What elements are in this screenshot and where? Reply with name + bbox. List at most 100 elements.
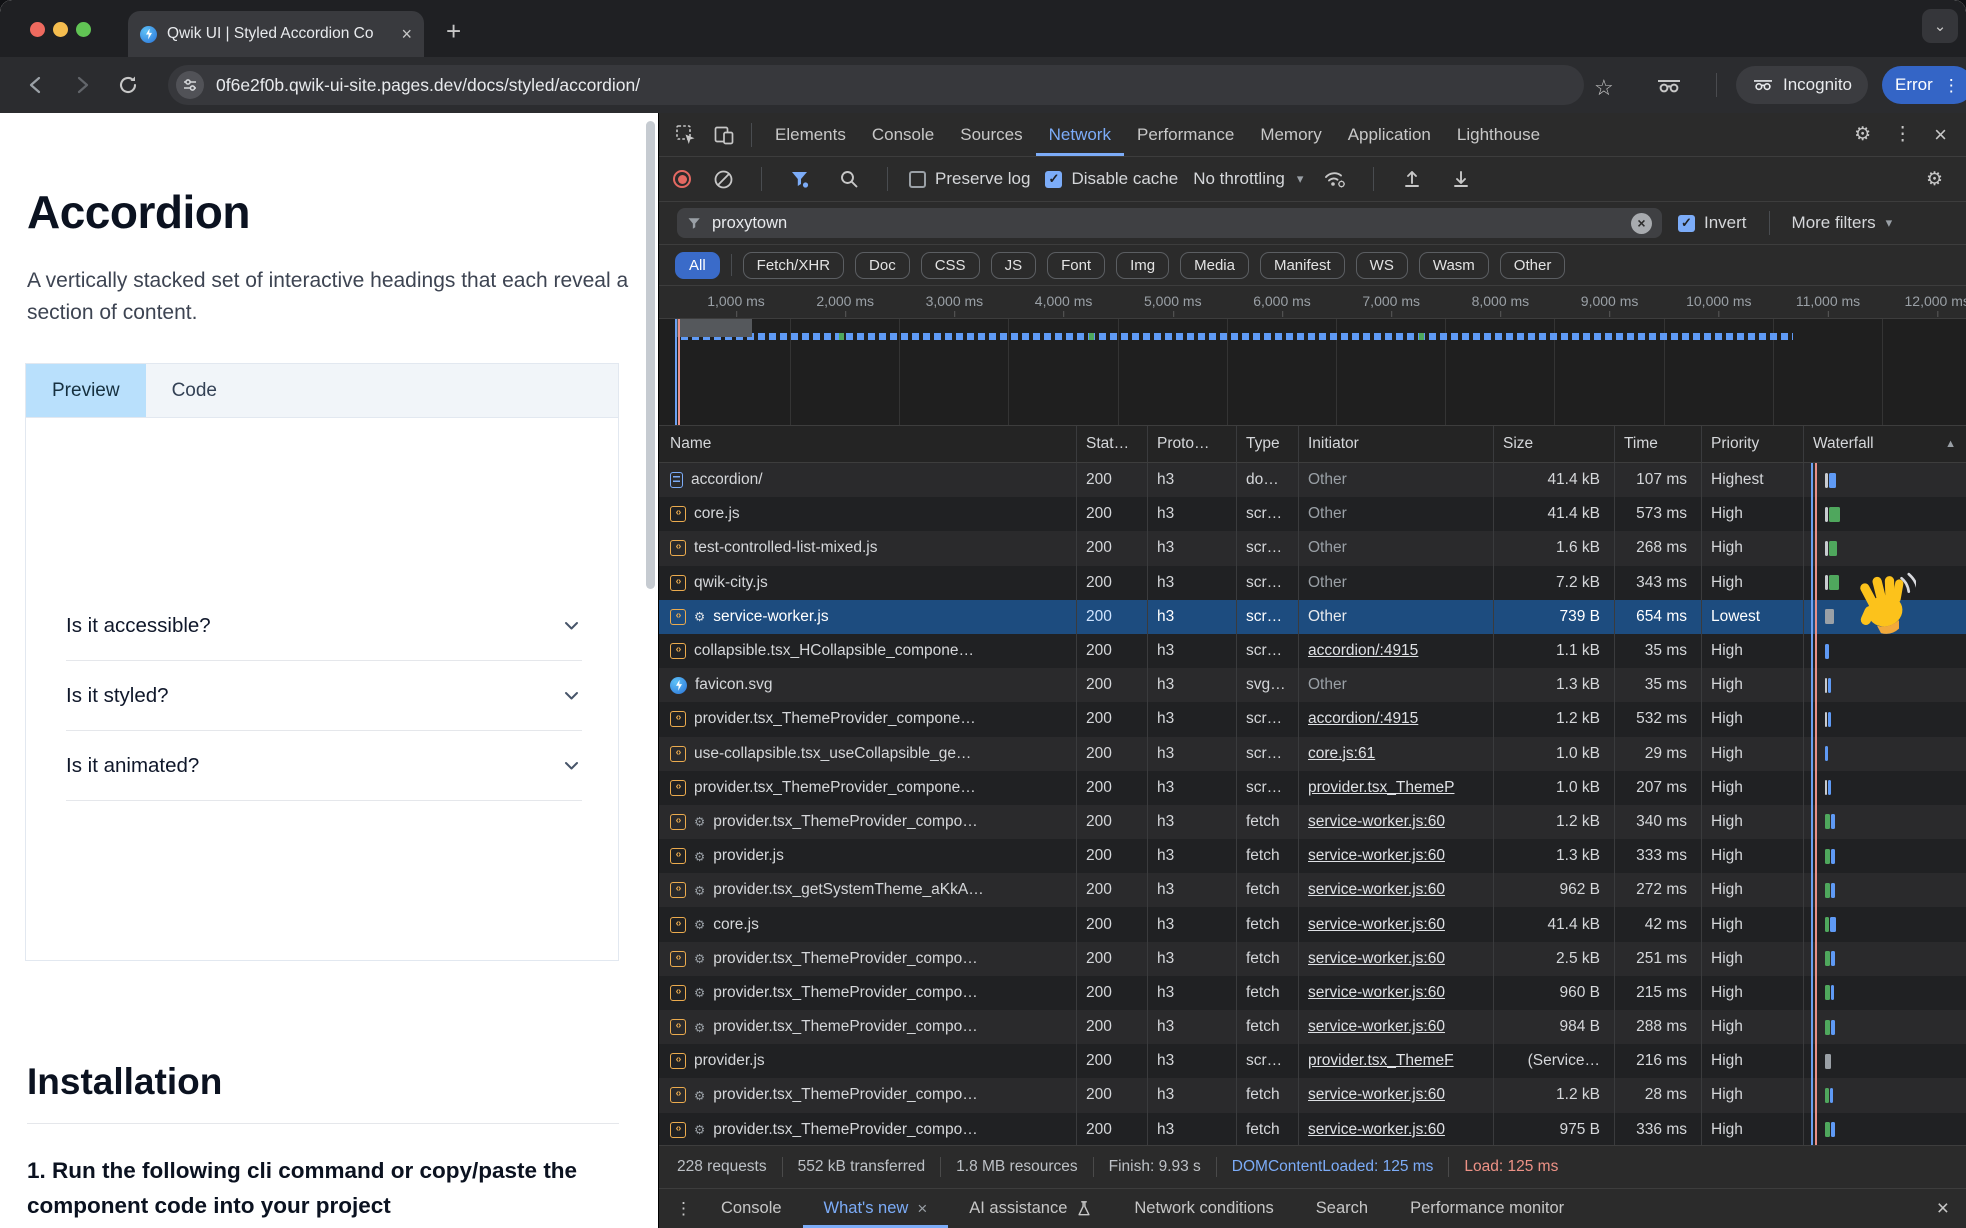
network-request-row[interactable]: ⚙provider.tsx_ThemeProvider_compo…200h3f… bbox=[659, 1113, 1966, 1145]
filter-input-value[interactable]: proxytown bbox=[712, 214, 1621, 233]
zoom-window-button[interactable] bbox=[76, 22, 91, 37]
drawer-tab-ai-assistance[interactable]: AI assistance bbox=[948, 1189, 1113, 1228]
network-request-row[interactable]: ⚙core.js200h3fetchservice-worker.js:6041… bbox=[659, 907, 1966, 941]
preserve-log-checkbox[interactable] bbox=[909, 171, 926, 188]
devtools-tab-performance[interactable]: Performance bbox=[1124, 113, 1247, 156]
initiator-link[interactable]: service-worker.js:60 bbox=[1308, 916, 1445, 934]
initiator-link[interactable]: service-worker.js:60 bbox=[1308, 881, 1445, 899]
drawer-tab-network-conditions[interactable]: Network conditions bbox=[1113, 1189, 1294, 1228]
close-window-button[interactable] bbox=[30, 22, 45, 37]
close-icon[interactable]: × bbox=[917, 1199, 927, 1219]
devtools-tab-sources[interactable]: Sources bbox=[947, 113, 1035, 156]
filter-chip-js[interactable]: JS bbox=[991, 252, 1037, 279]
accordion-item-is-it-styled[interactable]: Is it styled? bbox=[66, 661, 582, 731]
accordion-item-is-it-animated[interactable]: Is it animated? bbox=[66, 731, 582, 801]
network-request-row[interactable]: test-controlled-list-mixed.js200h3scr…Ot… bbox=[659, 531, 1966, 565]
initiator-link[interactable]: service-worker.js:60 bbox=[1308, 1018, 1445, 1036]
initiator-link[interactable]: service-worker.js:60 bbox=[1308, 984, 1445, 1002]
network-request-row[interactable]: core.js200h3scr…Other41.4 kB573 msHigh bbox=[659, 497, 1966, 531]
clear-icon[interactable] bbox=[706, 162, 740, 196]
network-request-row[interactable]: accordion/200h3do…Other41.4 kB107 msHigh… bbox=[659, 463, 1966, 497]
initiator-link[interactable]: accordion/:4915 bbox=[1308, 710, 1418, 728]
invert-toggle[interactable]: ✓ Invert bbox=[1678, 213, 1747, 233]
column-header-name[interactable]: Name bbox=[659, 426, 1077, 462]
drawer-tab-what-s-new[interactable]: What's new× bbox=[803, 1189, 949, 1228]
preserve-log-toggle[interactable]: Preserve log bbox=[909, 169, 1030, 189]
filter-chip-wasm[interactable]: Wasm bbox=[1419, 252, 1489, 279]
column-header-time[interactable]: Time bbox=[1615, 426, 1702, 462]
drawer-close-icon[interactable]: × bbox=[1928, 1197, 1958, 1221]
filter-chip-all[interactable]: All bbox=[675, 252, 720, 279]
column-header-priority[interactable]: Priority bbox=[1702, 426, 1804, 462]
url-bar[interactable]: 0f6e2f0b.qwik-ui-site.pages.dev/docs/sty… bbox=[168, 65, 1584, 105]
filter-input[interactable]: proxytown × bbox=[677, 208, 1662, 238]
tab-code[interactable]: Code bbox=[146, 364, 243, 417]
devtools-close-icon[interactable]: × bbox=[1925, 122, 1956, 148]
disable-cache-toggle[interactable]: ✓ Disable cache bbox=[1045, 169, 1178, 189]
tab-preview[interactable]: Preview bbox=[26, 364, 146, 417]
disable-cache-checkbox[interactable]: ✓ bbox=[1045, 171, 1062, 188]
bookmark-star-icon[interactable]: ☆ bbox=[1594, 77, 1614, 99]
network-request-row[interactable]: ⚙provider.tsx_getSystemTheme_aKkA…200h3f… bbox=[659, 873, 1966, 907]
network-request-row[interactable]: provider.js200h3scr…provider.tsx_ThemeF(… bbox=[659, 1044, 1966, 1078]
reload-icon[interactable] bbox=[114, 71, 142, 99]
initiator-link[interactable]: provider.tsx_ThemeF bbox=[1308, 1052, 1454, 1070]
network-request-row[interactable]: favicon.svg200h3svg…Other1.3 kB35 msHigh bbox=[659, 668, 1966, 702]
initiator-link[interactable]: service-worker.js:60 bbox=[1308, 1086, 1445, 1104]
forward-icon[interactable] bbox=[68, 71, 96, 99]
filter-icon[interactable] bbox=[783, 162, 817, 196]
browser-tab[interactable]: Qwik UI | Styled Accordion Co × bbox=[128, 11, 424, 57]
initiator-link[interactable]: service-worker.js:60 bbox=[1308, 1121, 1445, 1139]
column-header-protocol[interactable]: Proto… bbox=[1148, 426, 1237, 462]
devtools-tab-application[interactable]: Application bbox=[1335, 113, 1444, 156]
devtools-tab-console[interactable]: Console bbox=[859, 113, 947, 156]
network-request-row[interactable]: collapsible.tsx_HCollapsible_compone…200… bbox=[659, 634, 1966, 668]
drawer-tab-performance-monitor[interactable]: Performance monitor bbox=[1389, 1189, 1585, 1228]
accordion-item-is-it-accessible[interactable]: Is it accessible? bbox=[66, 591, 582, 661]
filter-chip-ws[interactable]: WS bbox=[1356, 252, 1408, 279]
network-conditions-icon[interactable] bbox=[1318, 162, 1352, 196]
drawer-tab-console[interactable]: Console bbox=[700, 1189, 803, 1228]
invert-checkbox[interactable]: ✓ bbox=[1678, 215, 1695, 232]
drawer-tab-search[interactable]: Search bbox=[1295, 1189, 1389, 1228]
new-tab-button[interactable]: + bbox=[446, 18, 461, 44]
filter-chip-media[interactable]: Media bbox=[1180, 252, 1249, 279]
initiator-link[interactable]: core.js:61 bbox=[1308, 745, 1375, 763]
network-request-row[interactable]: provider.tsx_ThemeProvider_compone…200h3… bbox=[659, 771, 1966, 805]
filter-chip-fetch-xhr[interactable]: Fetch/XHR bbox=[743, 252, 844, 279]
overview-selection-handle[interactable] bbox=[677, 319, 752, 337]
network-request-row[interactable]: ⚙provider.tsx_ThemeProvider_compo…200h3f… bbox=[659, 976, 1966, 1010]
close-tab-icon[interactable]: × bbox=[401, 25, 412, 43]
filter-chip-manifest[interactable]: Manifest bbox=[1260, 252, 1345, 279]
initiator-link[interactable]: accordion/:4915 bbox=[1308, 642, 1418, 660]
site-settings-icon[interactable] bbox=[176, 71, 204, 99]
initiator-link[interactable]: service-worker.js:60 bbox=[1308, 847, 1445, 865]
back-icon[interactable] bbox=[22, 71, 50, 99]
preserve-log-label[interactable]: Preserve log bbox=[935, 169, 1030, 189]
filter-chip-font[interactable]: Font bbox=[1047, 252, 1105, 279]
device-toolbar-icon[interactable] bbox=[707, 118, 741, 152]
network-request-row[interactable]: ⚙provider.tsx_ThemeProvider_compo…200h3f… bbox=[659, 805, 1966, 839]
browser-extra-icon[interactable] bbox=[1656, 75, 1682, 97]
network-request-row[interactable]: ⚙service-worker.js200h3scr…Other739 B654… bbox=[659, 600, 1966, 634]
record-icon[interactable] bbox=[673, 170, 691, 188]
network-overview[interactable] bbox=[659, 319, 1966, 426]
invert-label[interactable]: Invert bbox=[1704, 213, 1747, 233]
network-request-row[interactable]: ⚙provider.tsx_ThemeProvider_compo…200h3f… bbox=[659, 1078, 1966, 1112]
network-request-row[interactable]: provider.tsx_ThemeProvider_compone…200h3… bbox=[659, 702, 1966, 736]
export-har-icon[interactable] bbox=[1444, 162, 1478, 196]
error-menu-button[interactable]: Error ⋮ bbox=[1882, 66, 1966, 104]
network-request-row[interactable]: ⚙provider.js200h3fetchservice-worker.js:… bbox=[659, 839, 1966, 873]
devtools-tab-lighthouse[interactable]: Lighthouse bbox=[1444, 113, 1553, 156]
column-header-status[interactable]: Stat… bbox=[1077, 426, 1148, 462]
drawer-kebab-icon[interactable]: ⋮ bbox=[667, 1199, 700, 1219]
column-header-initiator[interactable]: Initiator bbox=[1299, 426, 1494, 462]
filter-chip-other[interactable]: Other bbox=[1500, 252, 1566, 279]
devtools-more-kebab-icon[interactable]: ⋮ bbox=[1884, 123, 1921, 146]
browser-menu-kebab-icon[interactable]: ⋮ bbox=[1943, 77, 1960, 94]
devtools-settings-gear-icon[interactable]: ⚙ bbox=[1845, 123, 1880, 146]
filter-chip-img[interactable]: Img bbox=[1116, 252, 1169, 279]
devtools-tab-network[interactable]: Network bbox=[1036, 113, 1124, 156]
network-request-row[interactable]: ⚙provider.tsx_ThemeProvider_compo…200h3f… bbox=[659, 1010, 1966, 1044]
devtools-tab-memory[interactable]: Memory bbox=[1247, 113, 1334, 156]
